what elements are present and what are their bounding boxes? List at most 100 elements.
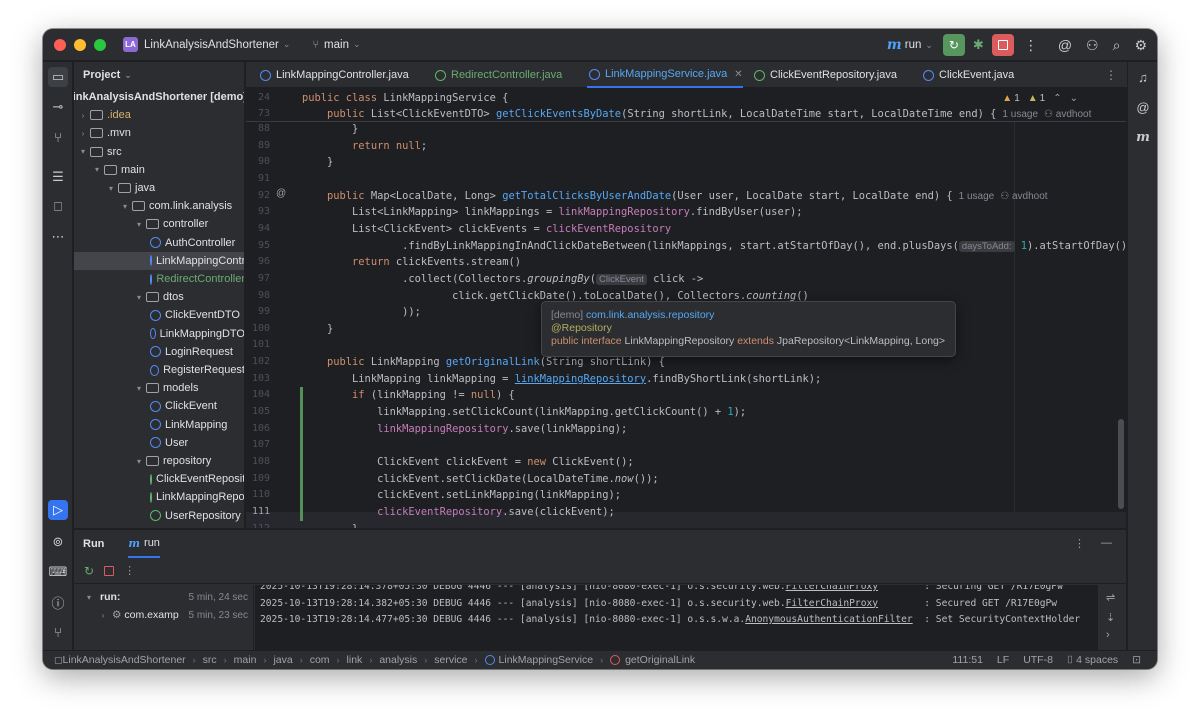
run-tab[interactable]: m run bbox=[128, 530, 160, 558]
chevron-down-icon[interactable]: ▾ bbox=[134, 220, 144, 229]
chevron-down-icon[interactable]: ▾ bbox=[134, 293, 144, 302]
chevron-down-icon[interactable]: ▾ bbox=[134, 384, 144, 393]
code-line[interactable]: clickEvent.setClickDate(LocalDateTime.no… bbox=[302, 471, 659, 488]
soft-wrap-icon[interactable]: ⇌ bbox=[1106, 591, 1115, 604]
bookmarks-icon[interactable]: ⎕ bbox=[48, 197, 68, 217]
author-hint[interactable]: ⚇ avdhoot bbox=[1044, 109, 1091, 120]
code-line[interactable]: return null; bbox=[302, 138, 427, 155]
breadcrumb-item[interactable]: LinkMappingService bbox=[499, 654, 594, 666]
chevron-right-icon[interactable]: › bbox=[1106, 629, 1110, 641]
run-console[interactable]: 2025-10-13T19:28:14.378+05:30 DEBUG 4446… bbox=[255, 585, 1098, 651]
chevron-up-icon[interactable]: ⌃ bbox=[1053, 93, 1061, 104]
console-line[interactable]: 2025-10-13T19:28:14.378+05:30 DEBUG 4446… bbox=[260, 585, 1063, 595]
scroll-thumb[interactable] bbox=[1118, 419, 1124, 509]
terminal-icon[interactable]: ⌨ bbox=[48, 562, 68, 582]
close-icon[interactable]: ✕ bbox=[734, 69, 742, 80]
pull-request-icon[interactable]: ⑂ bbox=[48, 127, 68, 147]
tree-item[interactable]: ▾ models bbox=[74, 379, 244, 397]
branch-selector[interactable]: main bbox=[324, 39, 349, 51]
ai-chat-icon[interactable]: @ bbox=[1133, 97, 1153, 117]
stop-button[interactable] bbox=[991, 34, 1014, 56]
project-badge[interactable]: LA bbox=[123, 37, 138, 52]
lock-icon[interactable]: ⊡ bbox=[1132, 654, 1141, 666]
file-encoding[interactable]: UTF-8 bbox=[1023, 654, 1053, 666]
minimize-icon[interactable]: — bbox=[1101, 537, 1112, 550]
code-line[interactable]: LinkMapping linkMapping = linkMappingRep… bbox=[302, 371, 821, 388]
usage-hint[interactable]: 1 usage bbox=[959, 191, 995, 202]
chevron-down-icon[interactable]: ⌄ bbox=[124, 70, 132, 81]
branch-icon[interactable]: ⑂ bbox=[312, 39, 319, 51]
usage-hint[interactable]: 1 usage bbox=[1002, 109, 1038, 120]
chevron-down-icon[interactable]: ⌄ bbox=[925, 40, 933, 51]
tree-item[interactable]: RedirectController bbox=[74, 270, 244, 288]
code-line[interactable]: } bbox=[302, 121, 358, 138]
project-panel-header[interactable]: Project ⌄ bbox=[74, 62, 244, 88]
code-line[interactable]: List<ClickEvent> clickEvents = clickEven… bbox=[302, 221, 671, 238]
code-line[interactable]: public Map<LocalDate, Long> getTotalClic… bbox=[302, 188, 1048, 205]
code-line[interactable]: } bbox=[302, 154, 333, 171]
debug-icon[interactable]: ✱ bbox=[973, 37, 984, 53]
console-line[interactable]: 2025-10-13T19:28:14.477+05:30 DEBUG 4446… bbox=[260, 612, 1080, 628]
console-link[interactable]: FilterChainProxy bbox=[786, 585, 878, 592]
console-link[interactable]: FilterChainProxy bbox=[786, 598, 878, 609]
chevron-down-icon[interactable]: ▾ bbox=[92, 165, 102, 174]
chevron-down-icon[interactable]: ▾ bbox=[84, 593, 94, 602]
tree-item[interactable]: User bbox=[74, 434, 244, 452]
chevron-right-icon[interactable]: › bbox=[98, 611, 108, 620]
tree-item[interactable]: ▾ com.link.analysis bbox=[74, 197, 244, 215]
console-line[interactable]: 2025-10-13T19:28:14.382+05:30 DEBUG 4446… bbox=[260, 596, 1057, 612]
settings-icon[interactable]: ⚙ bbox=[1134, 37, 1147, 54]
minimize-window-button[interactable] bbox=[74, 38, 86, 51]
line-separator[interactable]: LF bbox=[997, 654, 1009, 666]
rerun-button[interactable]: ↻ bbox=[942, 34, 965, 56]
notifications-icon[interactable]: ♫ bbox=[1133, 67, 1153, 87]
breadcrumb-item[interactable]: analysis bbox=[379, 654, 417, 666]
run-tool-icon[interactable]: ▷ bbox=[48, 500, 68, 520]
code-line[interactable]: ClickEvent clickEvent = new ClickEvent()… bbox=[302, 454, 634, 471]
console-link[interactable]: AnonymousAuthenticationFilter bbox=[745, 614, 913, 625]
tab-linkmappingservice[interactable]: LinkMappingService.java ✕ bbox=[587, 62, 743, 88]
chevron-down-icon[interactable]: ⌄ bbox=[283, 39, 291, 50]
code-line[interactable]: .collect(Collectors.groupingBy(ClickEven… bbox=[302, 271, 703, 288]
tree-item[interactable]: AuthController bbox=[74, 234, 244, 252]
stop-icon[interactable] bbox=[104, 565, 115, 576]
code-line[interactable]: } bbox=[302, 321, 333, 338]
tab-linkmappingcontroller[interactable]: LinkMappingController.java bbox=[258, 62, 409, 88]
breadcrumb-item[interactable]: getOriginalLink bbox=[625, 654, 695, 666]
code-line[interactable]: } bbox=[302, 521, 358, 528]
zoom-window-button[interactable] bbox=[94, 38, 106, 51]
search-icon[interactable]: ⌕ bbox=[1113, 37, 1121, 54]
breadcrumb-item[interactable]: main bbox=[234, 654, 257, 666]
tree-item[interactable]: ▾ dtos bbox=[74, 288, 244, 306]
tree-item[interactable]: ▾ src bbox=[74, 143, 244, 161]
tree-item[interactable]: LinkMappingRepository bbox=[74, 488, 244, 506]
tab-clickeventrepository[interactable]: ClickEventRepository.java bbox=[752, 62, 897, 88]
code-line[interactable]: linkMappingRepository.save(linkMapping); bbox=[302, 421, 627, 438]
tab-clickevent[interactable]: ClickEvent.java bbox=[921, 62, 1014, 88]
tree-item[interactable]: RegisterRequest bbox=[74, 361, 244, 379]
project-tool-icon[interactable]: ▭ bbox=[48, 67, 68, 87]
chevron-right-icon[interactable]: › bbox=[78, 129, 88, 138]
commit-icon[interactable]: ⊸ bbox=[48, 97, 68, 117]
tree-item[interactable]: ▾ java bbox=[74, 179, 244, 197]
code-line[interactable]: .findByLinkMappingInAndClickDateBetween(… bbox=[302, 238, 1126, 255]
breadcrumb-item[interactable]: LinkAnalysisAndShortener bbox=[63, 654, 186, 666]
run-config-selector[interactable]: run bbox=[905, 39, 922, 51]
code-line[interactable]: return clickEvents.stream() bbox=[302, 254, 521, 271]
tree-item[interactable]: LoginRequest bbox=[74, 343, 244, 361]
tooltip-package[interactable]: com.link.analysis.repository bbox=[586, 309, 714, 321]
chevron-down-icon[interactable]: ▾ bbox=[120, 202, 130, 211]
ai-assistant-icon[interactable]: @ bbox=[1058, 37, 1072, 53]
tabs-more-icon[interactable]: ⋮ bbox=[1105, 68, 1117, 82]
chevron-down-icon[interactable]: ⌄ bbox=[1070, 93, 1078, 104]
services-icon[interactable]: ⊚ bbox=[48, 532, 68, 552]
tree-item[interactable]: › .idea bbox=[74, 106, 244, 124]
code-line[interactable]: public List<ClickEventDTO> getClickEvent… bbox=[302, 106, 1091, 123]
tree-item[interactable]: ▾ controller bbox=[74, 215, 244, 233]
project-selector[interactable]: LinkAnalysisAndShortener bbox=[144, 39, 279, 51]
author-hint[interactable]: ⚇ avdhoot bbox=[1000, 191, 1047, 202]
code-line[interactable]: if (linkMapping != null) { bbox=[302, 387, 515, 404]
editor-scrollbar[interactable] bbox=[1116, 89, 1126, 528]
more-options-icon[interactable]: ⋮ bbox=[1074, 537, 1085, 550]
tree-item[interactable]: ▾ repository bbox=[74, 452, 244, 470]
